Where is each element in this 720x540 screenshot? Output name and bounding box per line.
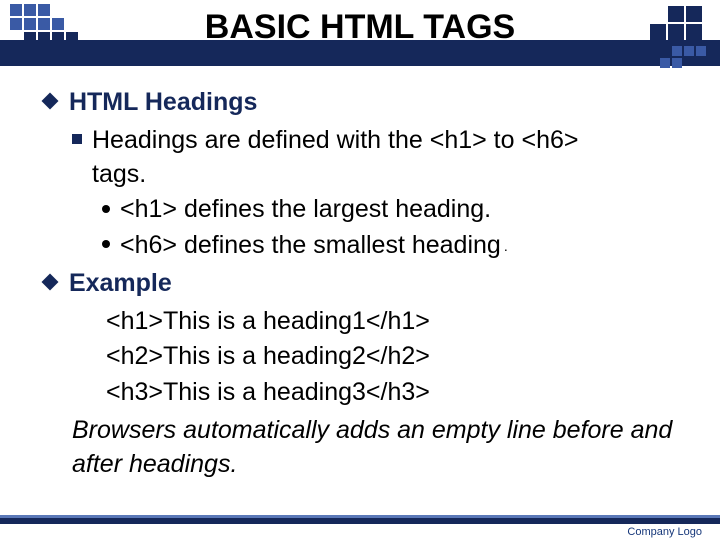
diamond-bullet-icon — [42, 274, 59, 291]
note-text: Browsers automatically adds an empty lin… — [72, 414, 676, 482]
bullet-text-line-b: tags. — [92, 158, 676, 192]
decor-squares-right-mid — [660, 46, 706, 68]
bullet-level-2: <h6> defines the smallest heading. — [102, 229, 676, 263]
section-heading-2: Example — [44, 267, 676, 301]
slide-header: BASIC HTML TAGS — [0, 0, 720, 72]
disc-bullet-icon — [102, 240, 110, 248]
subbullet-2: <h6> defines the smallest heading — [120, 231, 501, 259]
code-line-1: <h1>This is a heading1</h1> — [106, 305, 676, 339]
code-line-2: <h2>This is a heading2</h2> — [106, 340, 676, 374]
footer-divider — [0, 518, 720, 524]
bullet-level-1: Headings are defined with the <h1> to <h… — [72, 124, 676, 158]
disc-bullet-icon — [102, 205, 110, 213]
subbullet-1: <h1> defines the largest heading. — [120, 195, 491, 223]
bullet-level-2: <h1> defines the largest heading. — [102, 193, 676, 227]
slide-title: BASIC HTML TAGS — [0, 8, 720, 47]
slide-body: HTML Headings Headings are defined with … — [0, 72, 720, 481]
diamond-bullet-icon — [42, 93, 59, 110]
square-bullet-icon — [72, 134, 82, 144]
section-heading-1: HTML Headings — [44, 86, 676, 120]
bullet-text-line-a: Headings are defined with the <h1> to <h… — [92, 126, 578, 154]
footer-logo-text: Company Logo — [627, 526, 702, 538]
section-heading-2-text: Example — [69, 269, 172, 297]
code-line-3: <h3>This is a heading3</h3> — [106, 376, 676, 410]
section-heading-1-text: HTML Headings — [69, 88, 257, 116]
